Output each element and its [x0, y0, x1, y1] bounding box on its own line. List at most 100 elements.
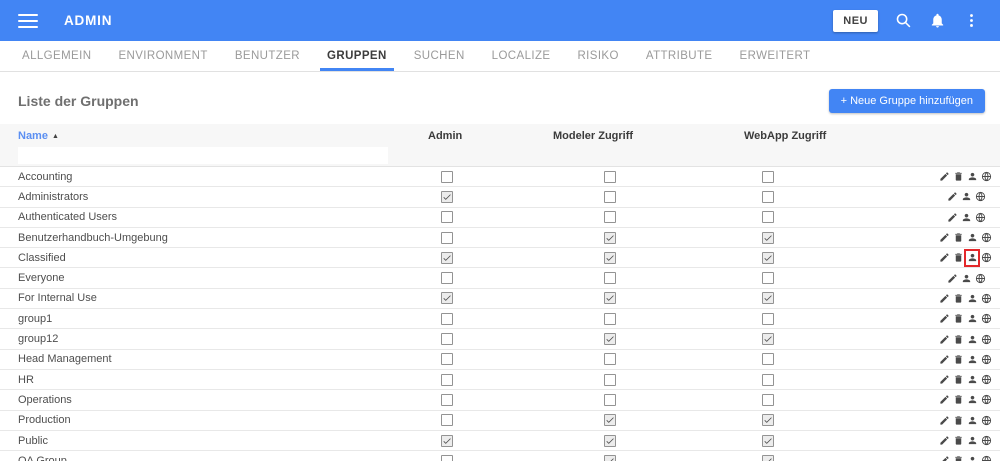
- webapp-checkbox[interactable]: [762, 434, 774, 447]
- delete-icon[interactable]: [952, 232, 964, 244]
- edit-icon[interactable]: [938, 232, 950, 244]
- globe-icon[interactable]: [980, 353, 992, 365]
- tab-suchen[interactable]: SUCHEN: [407, 41, 472, 71]
- admin-checkbox[interactable]: [441, 272, 453, 285]
- edit-icon[interactable]: [938, 455, 950, 461]
- admin-checkbox[interactable]: [441, 454, 453, 461]
- admin-checkbox[interactable]: [441, 373, 453, 386]
- edit-icon[interactable]: [938, 252, 950, 264]
- person-icon[interactable]: [960, 272, 972, 284]
- delete-icon[interactable]: [952, 333, 964, 345]
- globe-icon[interactable]: [974, 211, 986, 223]
- person-icon[interactable]: [960, 191, 972, 203]
- tab-attribute[interactable]: ATTRIBUTE: [639, 41, 720, 71]
- globe-icon[interactable]: [980, 232, 992, 244]
- webapp-checkbox[interactable]: [762, 312, 774, 325]
- delete-icon[interactable]: [952, 171, 964, 183]
- admin-checkbox[interactable]: [441, 251, 453, 264]
- edit-icon[interactable]: [946, 191, 958, 203]
- modeler-checkbox[interactable]: [604, 231, 616, 244]
- person-icon[interactable]: [966, 394, 978, 406]
- modeler-checkbox[interactable]: [604, 170, 616, 183]
- admin-checkbox[interactable]: [441, 393, 453, 406]
- person-icon[interactable]: [966, 374, 978, 386]
- tab-benutzer[interactable]: BENUTZER: [228, 41, 307, 71]
- webapp-checkbox[interactable]: [762, 333, 774, 346]
- admin-checkbox[interactable]: [441, 312, 453, 325]
- person-icon[interactable]: [966, 313, 978, 325]
- person-icon[interactable]: [966, 435, 978, 447]
- modeler-checkbox[interactable]: [604, 272, 616, 285]
- delete-icon[interactable]: [952, 394, 964, 406]
- tab-gruppen[interactable]: GRUPPEN: [320, 41, 394, 71]
- modeler-checkbox[interactable]: [604, 373, 616, 386]
- edit-icon[interactable]: [938, 333, 950, 345]
- delete-icon[interactable]: [952, 292, 964, 304]
- delete-icon[interactable]: [952, 374, 964, 386]
- webapp-checkbox[interactable]: [762, 292, 774, 305]
- edit-icon[interactable]: [938, 435, 950, 447]
- neu-button[interactable]: NEU: [833, 9, 878, 32]
- webapp-checkbox[interactable]: [762, 170, 774, 183]
- edit-icon[interactable]: [938, 353, 950, 365]
- modeler-checkbox[interactable]: [604, 333, 616, 346]
- search-icon[interactable]: [894, 12, 912, 30]
- globe-icon[interactable]: [980, 171, 992, 183]
- modeler-checkbox[interactable]: [604, 292, 616, 305]
- person-icon[interactable]: [966, 455, 978, 461]
- edit-icon[interactable]: [938, 414, 950, 426]
- edit-icon[interactable]: [938, 374, 950, 386]
- globe-icon[interactable]: [980, 455, 992, 461]
- admin-checkbox[interactable]: [441, 170, 453, 183]
- modeler-checkbox[interactable]: [604, 434, 616, 447]
- globe-icon[interactable]: [980, 252, 992, 264]
- globe-icon[interactable]: [974, 272, 986, 284]
- globe-icon[interactable]: [974, 191, 986, 203]
- add-group-button[interactable]: + Neue Gruppe hinzufügen: [828, 89, 985, 113]
- admin-checkbox[interactable]: [441, 353, 453, 366]
- more-vert-icon[interactable]: [962, 12, 980, 30]
- edit-icon[interactable]: [938, 313, 950, 325]
- webapp-checkbox[interactable]: [762, 454, 774, 461]
- admin-checkbox[interactable]: [441, 231, 453, 244]
- delete-icon[interactable]: [952, 313, 964, 325]
- person-icon[interactable]: [960, 211, 972, 223]
- admin-checkbox[interactable]: [441, 414, 453, 427]
- delete-icon[interactable]: [952, 435, 964, 447]
- webapp-checkbox[interactable]: [762, 353, 774, 366]
- delete-icon[interactable]: [952, 353, 964, 365]
- globe-icon[interactable]: [980, 435, 992, 447]
- modeler-checkbox[interactable]: [604, 454, 616, 461]
- webapp-checkbox[interactable]: [762, 373, 774, 386]
- edit-icon[interactable]: [938, 171, 950, 183]
- webapp-checkbox[interactable]: [762, 414, 774, 427]
- edit-icon[interactable]: [938, 394, 950, 406]
- person-icon[interactable]: [964, 248, 980, 267]
- tab-localize[interactable]: LOCALIZE: [485, 41, 558, 71]
- modeler-checkbox[interactable]: [604, 414, 616, 427]
- menu-icon[interactable]: [18, 13, 38, 28]
- person-icon[interactable]: [966, 232, 978, 244]
- edit-icon[interactable]: [946, 272, 958, 284]
- tab-environment[interactable]: ENVIRONMENT: [111, 41, 214, 71]
- name-filter-input[interactable]: [18, 146, 388, 164]
- modeler-checkbox[interactable]: [604, 353, 616, 366]
- webapp-checkbox[interactable]: [762, 231, 774, 244]
- admin-checkbox[interactable]: [441, 190, 453, 203]
- edit-icon[interactable]: [946, 211, 958, 223]
- webapp-checkbox[interactable]: [762, 251, 774, 264]
- globe-icon[interactable]: [980, 394, 992, 406]
- delete-icon[interactable]: [952, 414, 964, 426]
- globe-icon[interactable]: [980, 374, 992, 386]
- modeler-checkbox[interactable]: [604, 312, 616, 325]
- delete-icon[interactable]: [952, 252, 964, 264]
- webapp-checkbox[interactable]: [762, 272, 774, 285]
- modeler-checkbox[interactable]: [604, 211, 616, 224]
- modeler-checkbox[interactable]: [604, 393, 616, 406]
- person-icon[interactable]: [966, 292, 978, 304]
- tab-risiko[interactable]: RISIKO: [570, 41, 625, 71]
- webapp-checkbox[interactable]: [762, 211, 774, 224]
- globe-icon[interactable]: [980, 333, 992, 345]
- admin-checkbox[interactable]: [441, 333, 453, 346]
- modeler-checkbox[interactable]: [604, 190, 616, 203]
